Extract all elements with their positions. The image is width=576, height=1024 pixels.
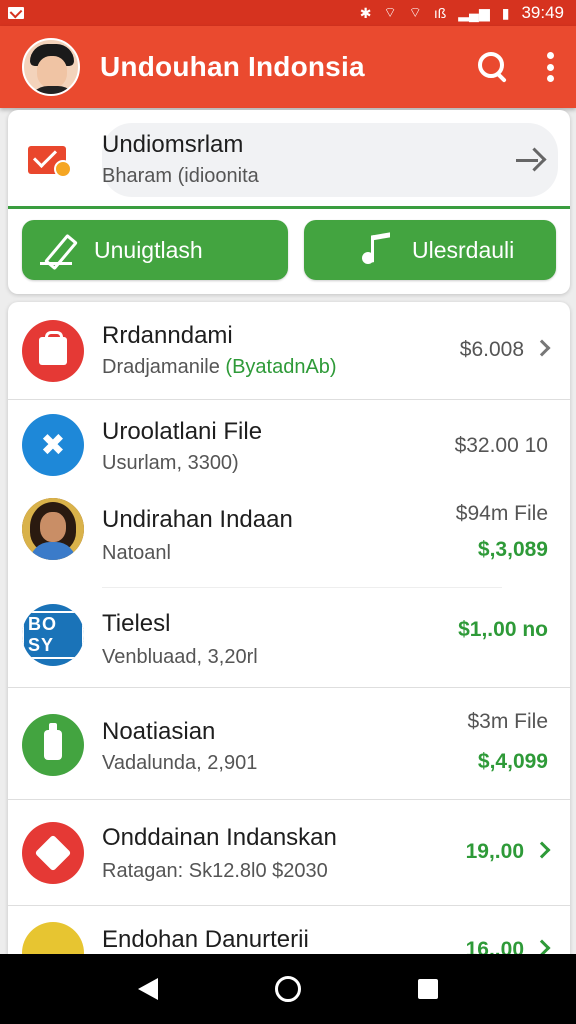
list-item[interactable]: ✖ Uroolatlani File Usurlam, 3300) $32.00… (8, 400, 570, 492)
status-bar: ✱ ⌔ ⌔ ıß ▂▄▆ ▮ 39:49 (0, 0, 576, 26)
list-item-title: Tielesl (102, 610, 171, 637)
navigation-bar (0, 954, 576, 1024)
tag-icon (22, 822, 84, 884)
gmail-icon (8, 7, 24, 19)
list-item-title: Onddainan Indanskan (102, 824, 337, 851)
list-item-amount: $6.008 (460, 338, 551, 362)
list-item-subtitle: Dradjamanile (ByatadnAb) (102, 356, 337, 378)
status-time: 39:49 (521, 3, 564, 22)
chevron-right-icon (533, 339, 551, 357)
person-avatar (22, 498, 84, 560)
back-icon[interactable] (138, 978, 159, 1000)
avatar-shirt (28, 86, 78, 94)
list-item-amount: $32.00 10 (454, 434, 548, 457)
transaction-list: Rrdanndami Dradjamanile (ByatadnAb) $6.0… (8, 302, 570, 962)
list-item[interactable]: Rrdanndami Dradjamanile (ByatadnAb) $6.0… (8, 302, 570, 400)
arrow-right-icon[interactable] (512, 143, 546, 177)
account-pill[interactable]: Undiomsrlam Bharam (idioonita (102, 123, 558, 197)
pen-icon (40, 232, 76, 268)
search-icon[interactable] (476, 50, 510, 84)
list-item-amount-secondary: $,3,089 (477, 538, 548, 561)
app-title: Undouhan Indonsia (100, 51, 365, 82)
chevron-right-icon (533, 841, 551, 859)
avatar[interactable] (22, 38, 80, 96)
vibrate-icon: ıß (433, 5, 447, 21)
app-actions (476, 50, 554, 84)
upload-button[interactable]: Unuigtlash (22, 220, 288, 280)
list-item-amount: 19,.00 (466, 840, 551, 864)
account-row[interactable]: Undiomsrlam Bharam (idioonita (26, 118, 558, 202)
list-item-subtitle: Usurlam, 3300) (102, 452, 239, 474)
tools-icon: ✖ (22, 414, 84, 476)
recent-apps-icon[interactable] (417, 979, 438, 999)
list-item-title: Noatiasian (102, 718, 216, 745)
list-item-title: Rrdanndami (102, 322, 233, 349)
status-left (8, 7, 24, 19)
list-item[interactable]: Noatiasian Vadalunda, 2,901 $3m File $,4… (8, 688, 570, 800)
list-item-amount: $1,.00 no (458, 618, 548, 641)
avatar-face (37, 56, 67, 88)
mail-icon (26, 140, 72, 180)
account-card: Undiomsrlam Bharam (idioonita Unuigtlash… (8, 110, 570, 294)
list-item-amount-secondary: $,4,099 (477, 750, 548, 773)
home-icon[interactable] (274, 976, 301, 1002)
bluetooth-icon: ✱ (359, 4, 372, 21)
music-button-label: Ulesrdauli (412, 236, 515, 263)
list-item[interactable]: BO SY Tielesl Venbluaad, 3,20rl $1,.00 n… (8, 588, 570, 688)
list-item-subtitle: Natoanl (102, 542, 171, 564)
upload-button-label: Unuigtlash (94, 236, 203, 263)
list-item-title: Undirahan Indaan (102, 506, 293, 533)
wifi-icon: ⌔ (383, 4, 397, 20)
list-item-subtitle: Venbluaad, 3,20rl (102, 646, 258, 668)
app-bar: Undouhan Indonsia (0, 26, 576, 108)
list-item[interactable]: Undirahan Indaan Natoanl $94m File $,3,0… (8, 492, 570, 588)
more-options-icon[interactable] (546, 52, 554, 82)
list-item-amount: $3m File (467, 710, 548, 733)
wifi-icon: ⌔ (408, 4, 422, 20)
list-item-subtitle: Ratagan: Sk12.8l0 $2030 (102, 860, 328, 882)
green-divider (8, 206, 570, 209)
bag-icon (22, 320, 84, 382)
list-item-amount: $94m File (455, 502, 548, 525)
music-button[interactable]: Ulesrdauli (304, 220, 556, 280)
status-right: ✱ ⌔ ⌔ ıß ▂▄▆ ▮ 39:49 (360, 3, 564, 23)
account-subtitle: Bharam (idioonita (102, 165, 259, 187)
list-item[interactable]: Onddainan Indanskan Ratagan: Sk12.8l0 $2… (8, 800, 570, 906)
bottle-icon (22, 714, 84, 776)
music-note-icon (360, 232, 394, 268)
badge-icon: BO SY (22, 604, 84, 666)
account-name: Undiomsrlam (102, 131, 244, 158)
list-item-title: Endohan Danurterii (102, 926, 309, 953)
list-item-title: Uroolatlani File (102, 418, 263, 445)
signal-icon: ▂▄▆ (458, 4, 490, 21)
list-item-subtitle: Vadalunda, 2,901 (102, 752, 258, 774)
battery-icon: ▮ (501, 4, 510, 21)
